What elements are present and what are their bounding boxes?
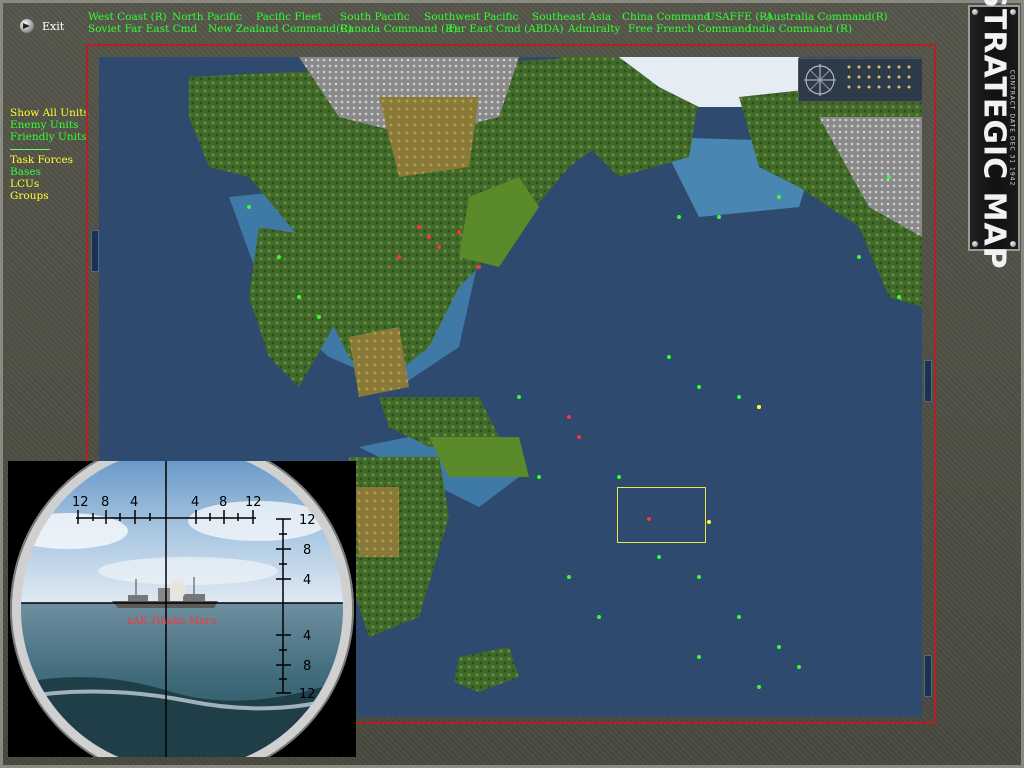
h-tick-label: 8 — [101, 495, 109, 510]
h-tick-label: 12 — [245, 495, 262, 510]
cmd-far-east-abda[interactable]: Far East Cmd (ABDA) — [448, 23, 564, 35]
cmd-admiralty[interactable]: Admiralty — [568, 23, 620, 35]
layer-task-forces[interactable]: Task Forces — [10, 154, 89, 166]
cmd-canada[interactable]: Canada Command (R) — [340, 23, 457, 35]
exit-button[interactable]: Exit — [20, 19, 64, 33]
cmd-soviet-far-east[interactable]: Soviet Far East Cmd — [88, 23, 197, 35]
v-tick-label: 12 — [299, 513, 316, 528]
layer-groups[interactable]: Groups — [10, 190, 89, 202]
v-tick-label: 12 — [299, 687, 316, 702]
map-legend — [798, 58, 922, 102]
cmd-free-french[interactable]: Free French Command — [628, 23, 751, 35]
h-tick-label: 4 — [130, 495, 138, 510]
v-tick-label: 4 — [303, 573, 311, 588]
map-scroll-right[interactable] — [924, 360, 932, 402]
cmd-south-pacific[interactable]: South Pacific — [340, 11, 410, 23]
menu-divider — [10, 149, 50, 150]
filter-friendly[interactable]: Friendly Units — [10, 131, 89, 143]
layer-bases[interactable]: Bases — [10, 166, 89, 178]
h-tick-label: 8 — [219, 495, 227, 510]
filter-show-all[interactable]: Show All Units — [10, 107, 89, 119]
cmd-usaffe[interactable]: USAFFE (R) — [706, 11, 771, 23]
compass-rose-icon — [804, 64, 911, 96]
cmd-southwest-pacific[interactable]: Southwest Pacific — [424, 11, 518, 23]
periscope-view: 12 8 4 4 8 12 12 8 4 4 8 12 — [8, 461, 356, 757]
exit-label: Exit — [42, 19, 65, 33]
map-selection-box[interactable] — [617, 487, 706, 543]
v-tick-label: 8 — [303, 543, 311, 558]
cmd-west-coast[interactable]: West Coast (R) — [88, 11, 167, 23]
periscope-scene: 12 8 4 4 8 12 12 8 4 4 8 12 — [10, 461, 354, 757]
cmd-pacific-fleet[interactable]: Pacific Fleet — [256, 11, 322, 23]
unit-filter-menu: Show All Units Enemy Units Friendly Unit… — [10, 107, 89, 202]
strategic-map-title-plate: STRATEGIC MAP CONTRACT DATE DEC 31 1942 — [968, 0, 1020, 270]
v-tick-label: 8 — [303, 659, 311, 674]
cmd-australia-command[interactable]: Australia Command(R) — [766, 11, 888, 23]
map-scroll-left[interactable] — [91, 230, 99, 272]
cmd-new-zealand[interactable]: New Zealand Command(R) — [208, 23, 352, 35]
cmd-southeast-asia[interactable]: Southeast Asia — [532, 11, 611, 23]
v-tick-label: 4 — [303, 629, 311, 644]
page-title: STRATEGIC MAP — [976, 0, 1012, 270]
cmd-china-command[interactable]: China Command — [622, 11, 711, 23]
layer-lcus[interactable]: LCUs — [10, 178, 89, 190]
cmd-north-pacific[interactable]: North Pacific — [172, 11, 242, 23]
cmd-india[interactable]: India Command (R) — [748, 23, 852, 35]
contract-date: CONTRACT DATE DEC 31 1942 — [1008, 69, 1016, 187]
target-ship-name: xAK Tihuku Maru — [127, 616, 217, 627]
exit-arrow-icon — [20, 19, 34, 33]
h-tick-label: 4 — [191, 495, 199, 510]
h-tick-label: 12 — [72, 495, 89, 510]
map-scroll-right-lower[interactable] — [924, 655, 932, 697]
filter-enemy[interactable]: Enemy Units — [10, 119, 89, 131]
